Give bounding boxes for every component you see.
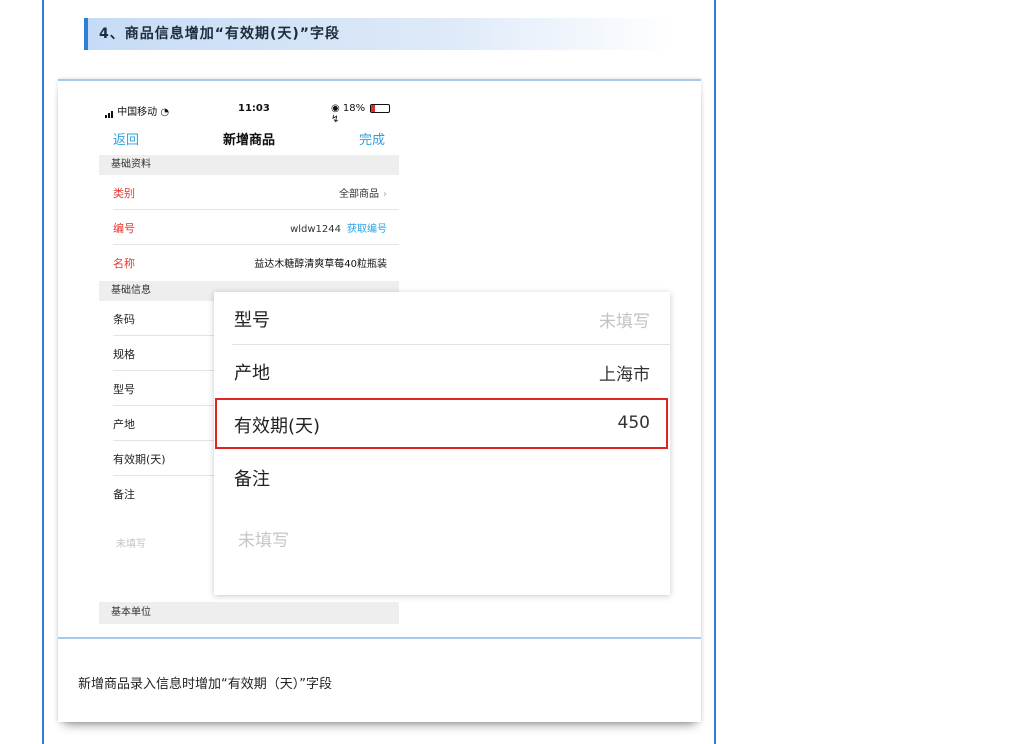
remark-placeholder[interactable]: 未填写 bbox=[116, 535, 146, 550]
carrier: 中国移动 bbox=[117, 107, 158, 118]
zoom-value: 上海市 bbox=[599, 365, 650, 385]
zoom-row-origin[interactable]: 产地 上海市 bbox=[214, 345, 670, 397]
page-title: 新增商品 bbox=[222, 133, 275, 148]
rotation-lock-icon: ◉ bbox=[331, 103, 340, 114]
group-header-unit: 基本单位 bbox=[99, 602, 399, 624]
chevron-right-icon: › bbox=[383, 189, 387, 200]
get-code-button[interactable]: 获取编号 bbox=[347, 224, 387, 235]
field-label: 编号 bbox=[113, 222, 135, 235]
field-value: wldw1244 获取编号 bbox=[290, 220, 387, 235]
zoom-label: 产地 bbox=[234, 363, 270, 384]
category-value: 全部商品 bbox=[339, 189, 379, 200]
field-value: 益达木糖醇清爽草莓40粒瓶装 bbox=[254, 259, 387, 270]
status-time: 11:03 bbox=[238, 103, 270, 114]
code-value: wldw1244 bbox=[290, 224, 341, 235]
group-label: 基础资料 bbox=[111, 159, 151, 170]
figure-caption: 新增商品录入信息时增加“有效期（天）”字段 bbox=[78, 677, 332, 692]
group-label: 基础信息 bbox=[111, 285, 151, 296]
zoom-label: 备注 bbox=[234, 469, 270, 490]
field-label: 条码 bbox=[113, 313, 135, 326]
field-value: 全部商品 › bbox=[339, 185, 387, 200]
wifi-icon: ◔ bbox=[160, 107, 170, 118]
status-bar: 中国移动 ◔ 11:03 ◉ 18% ↯ bbox=[99, 97, 399, 125]
zoom-detail-panel: 型号 未填写 产地 上海市 有效期(天) 450 备注 未填写 bbox=[214, 292, 670, 595]
field-name[interactable]: 名称 益达木糖醇清爽草莓40粒瓶装 bbox=[113, 245, 399, 280]
charging-icon: ↯ bbox=[331, 114, 340, 125]
field-label: 名称 bbox=[113, 257, 135, 270]
nav-bar: 返回 新增商品 完成 bbox=[99, 125, 399, 153]
field-label: 备注 bbox=[113, 488, 135, 501]
field-category[interactable]: 类别 全部商品 › bbox=[113, 175, 399, 210]
field-label: 型号 bbox=[113, 383, 135, 396]
figure-card: 中国移动 ◔ 11:03 ◉ 18% ↯ 返回 新增商品 完成 基础资料 类别 bbox=[58, 79, 701, 722]
zoom-row-model[interactable]: 型号 未填写 bbox=[214, 292, 670, 344]
section-heading: 4、商品信息增加“有效期(天)”字段 bbox=[84, 18, 674, 50]
field-label: 产地 bbox=[113, 418, 135, 431]
field-code[interactable]: 编号 wldw1244 获取编号 bbox=[113, 210, 399, 245]
field-label: 有效期(天) bbox=[113, 453, 166, 466]
highlight-box bbox=[215, 398, 668, 449]
battery-icon bbox=[370, 103, 391, 113]
status-left: 中国移动 ◔ bbox=[105, 103, 169, 118]
battery-percent: 18% bbox=[342, 103, 366, 114]
screenshot-figure: 中国移动 ◔ 11:03 ◉ 18% ↯ 返回 新增商品 完成 基础资料 类别 bbox=[58, 79, 701, 639]
field-label: 规格 bbox=[113, 348, 135, 361]
status-right: ◉ 18% ↯ bbox=[331, 103, 399, 125]
zoom-remark-placeholder[interactable]: 未填写 bbox=[238, 526, 289, 551]
signal-icon bbox=[105, 107, 114, 118]
zoom-value: 未填写 bbox=[599, 312, 650, 332]
group-label: 基本单位 bbox=[111, 607, 151, 618]
zoom-label: 型号 bbox=[234, 310, 270, 331]
field-label: 类别 bbox=[113, 187, 135, 200]
zoom-row-remark[interactable]: 备注 bbox=[214, 451, 670, 503]
group-header-basic-data: 基础资料 bbox=[99, 155, 399, 175]
done-button[interactable]: 完成 bbox=[359, 129, 385, 148]
